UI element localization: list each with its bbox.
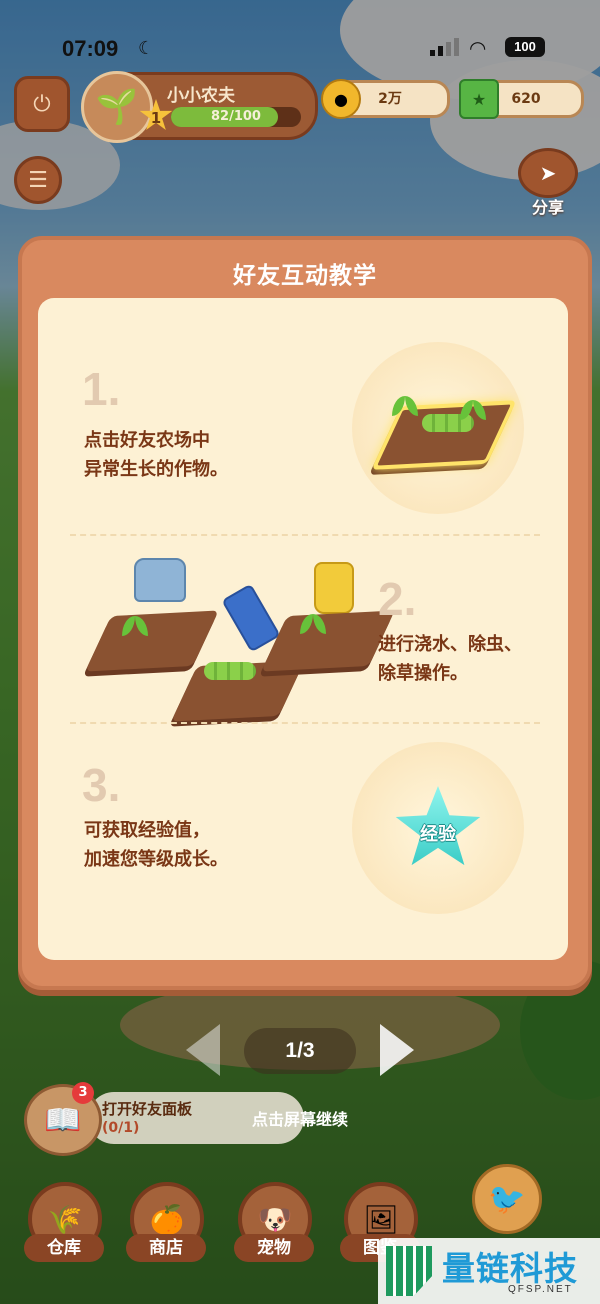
share-button[interactable]: ➤ 分享 [518,148,578,217]
nav-label: 宠物 [234,1234,314,1262]
step-text-line: 除草操作。 [378,663,468,684]
tap-to-continue-hint: 点击屏幕继续 [251,1110,348,1129]
player-profile[interactable]: 🌱 1 小小农夫 82/100 [81,71,318,143]
illustration-bubble [352,342,524,514]
step-number: 1. [82,363,121,415]
share-label: 分享 [531,198,564,217]
cash-counter[interactable]: ★ 620 [459,79,584,119]
gold-value: 2万 [378,91,402,107]
xp-star-icon: 经验 [395,786,481,866]
weed-icon [392,394,418,416]
bird-mascot-icon[interactable]: 🐦 [472,1164,542,1234]
tutorial-panel: 1. 点击好友农场中 异常生长的作物。 2. 进行浇水、除虫、 除草操作。 3.… [38,298,568,960]
step-text: 点击好友农场中 异常生长的作物。 [84,426,228,484]
battery-icon: 100 [505,37,545,57]
nav-shop[interactable]: 🍊 商店 [126,1182,206,1270]
avatar: 🌱 [81,71,153,143]
caterpillar-icon [204,662,256,680]
herbicide-bottle-icon [314,562,354,614]
divider [70,722,540,724]
xp-bar: 82/100 [171,107,301,127]
sprout-icon [122,614,148,636]
watermark-title: 量链科技 [442,1249,578,1288]
step-text-line: 异常生长的作物。 [84,459,228,480]
status-bar: 07:09 ☾ ◠ 100 [0,30,600,66]
xp-text: 82/100 [211,109,261,124]
step-number: 2. [378,573,417,625]
paper-plane-icon: ➤ [518,148,578,198]
step-text-line: 点击好友农场中 [84,430,210,451]
divider [70,534,540,536]
sprout-icon [460,398,486,420]
sprout-icon [300,612,326,634]
moon-icon: ☾ [138,38,155,59]
page-indicator: 1/3 [244,1028,356,1074]
quest-title: 打开好友面板 [102,1100,193,1118]
nav-warehouse[interactable]: 🌾 仓库 [24,1182,104,1270]
power-icon: ⏻ [33,91,51,117]
soil-plot [85,610,219,672]
xp-star-label: 经验 [420,824,456,845]
player-name: 小小农夫 [167,86,235,106]
gold-counter[interactable]: ● 2万 [321,79,450,119]
pesticide-spray-icon [221,583,281,653]
quest-badge: 3 [72,1082,94,1104]
menu-button[interactable]: ☰ [14,156,62,204]
status-time: 07:09 [62,36,119,61]
watering-can-icon [134,558,186,602]
nav-label: 商店 [126,1234,206,1262]
watermark-logo-icon [386,1246,432,1296]
cash-value: 620 [511,91,541,107]
soil-plot [261,610,395,672]
watermark: 量链科技 QFSP.NET [378,1238,600,1304]
step-text-line: 可获取经验值， [84,820,210,841]
tutorial-modal: 好友互动教学 1. 点击好友农场中 异常生长的作物。 2. 进行浇水、除虫、 除… [18,236,592,990]
nav-label: 仓库 [24,1234,104,1262]
illustration-bubble: 经验 [352,742,524,914]
step-text-line: 进行浇水、除虫、 [378,634,522,655]
step-text: 进行浇水、除虫、 除草操作。 [378,630,522,688]
signal-icon [430,38,459,56]
quest-progress: (0/1) [102,1120,140,1136]
power-button[interactable]: ⏻ [14,76,70,132]
watermark-sub: QFSP.NET [508,1284,573,1295]
prev-page-button[interactable] [186,1024,220,1076]
wifi-icon: ◠ [470,36,486,60]
step-text-line: 加速您等级成长。 [84,849,228,870]
step-number: 3. [82,759,121,811]
list-icon: ☰ [28,167,48,193]
modal-title: 好友互动教学 [233,263,377,289]
nav-pets[interactable]: 🐶 宠物 [234,1182,314,1270]
step-text: 可获取经验值， 加速您等级成长。 [84,816,228,874]
next-page-button[interactable] [380,1024,414,1076]
